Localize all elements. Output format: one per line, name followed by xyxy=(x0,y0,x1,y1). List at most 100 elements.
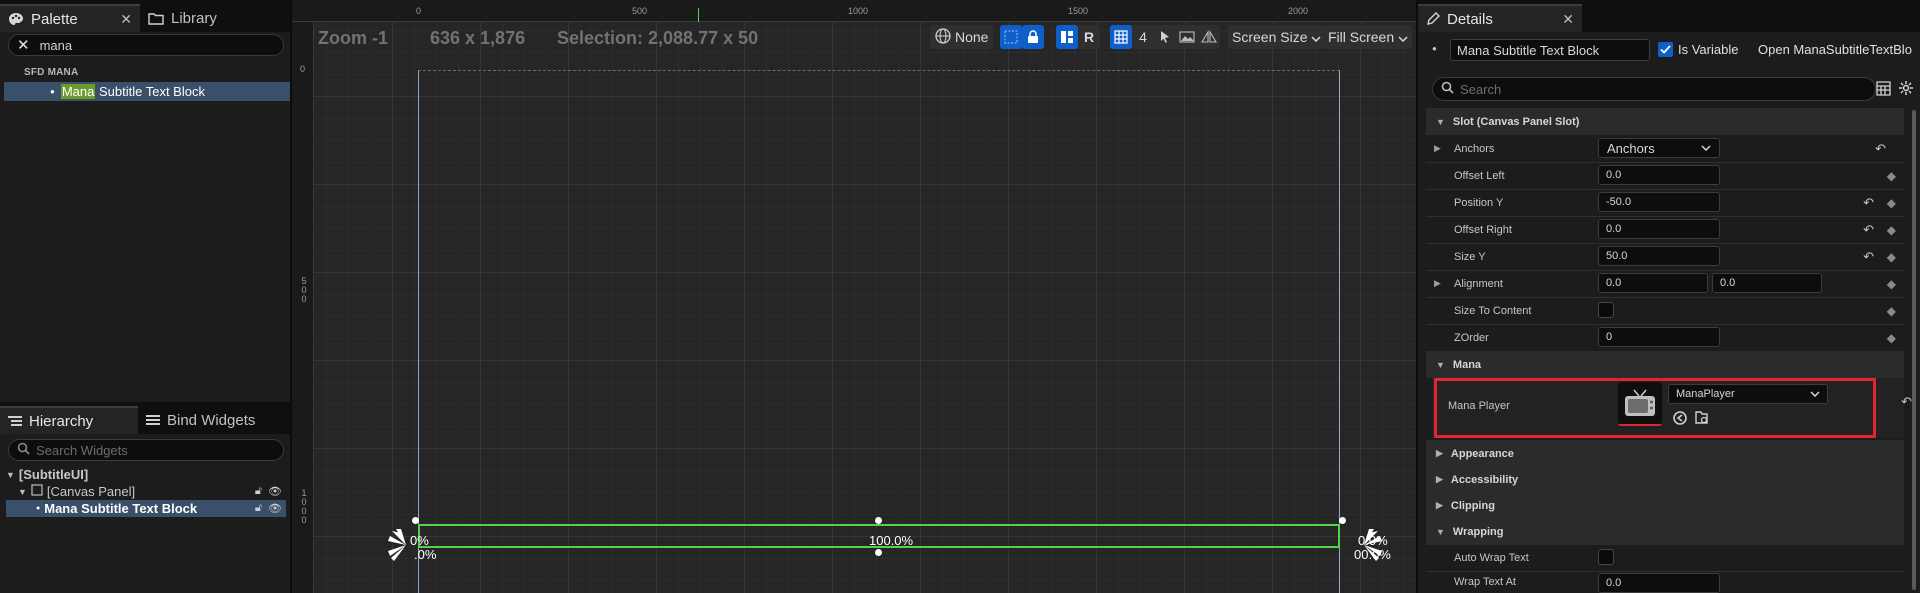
ruler-cursor-marker xyxy=(698,8,699,22)
reset-icon[interactable]: ↶ xyxy=(1901,394,1912,410)
tree-item-subtitleui[interactable]: ▼ [SubtitleUI] xyxy=(6,466,286,483)
details-search-placeholder: Search xyxy=(1460,81,1502,97)
bullet-icon: ● xyxy=(50,87,55,96)
tab-bind-widgets[interactable]: Bind Widgets xyxy=(138,406,263,434)
section-accessibility[interactable]: ▶ Accessibility xyxy=(1426,466,1904,493)
ruler-tick-digits: 500 xyxy=(299,276,309,303)
lock-icon[interactable]: 🔓︎ xyxy=(255,502,262,515)
resize-handle[interactable] xyxy=(1339,517,1346,524)
position-y-value: -50.0 xyxy=(1606,196,1632,208)
anchors-value: Anchors xyxy=(1607,140,1655,156)
expand-arrow-icon[interactable]: ▼ xyxy=(6,470,15,480)
expand-arrow-icon[interactable]: ▼ xyxy=(18,487,27,497)
lock-icon[interactable]: 🔓︎ xyxy=(255,485,262,498)
resize-handle[interactable] xyxy=(412,517,419,524)
ruler-left: 0 500 1000 xyxy=(292,22,314,593)
section-appearance[interactable]: ▶ Appearance xyxy=(1426,440,1904,467)
eye-icon[interactable]: 👁︎ xyxy=(268,502,282,515)
details-scrollbar[interactable] xyxy=(1912,110,1916,590)
offset-left-value: 0.0 xyxy=(1606,169,1622,181)
zorder-field[interactable]: 0 xyxy=(1598,327,1720,347)
section-slot[interactable]: ▼ Slot (Canvas Panel Slot) xyxy=(1426,108,1904,135)
anchors-dropdown[interactable]: Anchors xyxy=(1598,138,1720,158)
section-clipping[interactable]: ▶ Clipping xyxy=(1426,492,1904,519)
palette-category[interactable]: SFD MANA xyxy=(6,67,78,78)
prop-label: Size Y xyxy=(1454,250,1486,263)
lock-toggle[interactable] xyxy=(1022,25,1044,49)
reset-icon[interactable]: ↶ xyxy=(1863,222,1874,238)
keyframe-icon[interactable]: ◆ xyxy=(1887,223,1896,237)
image-preview-toggle[interactable] xyxy=(1176,25,1198,49)
grid-toolbar: 4 xyxy=(1110,25,1220,49)
palette-search-input[interactable]: ✕ mana xyxy=(8,34,284,56)
widget-name-field[interactable]: Mana Subtitle Text Block xyxy=(1450,39,1650,61)
flow-direction-toggle[interactable] xyxy=(1198,25,1220,49)
eye-icon[interactable]: 👁︎ xyxy=(268,485,282,498)
pointer-tool[interactable] xyxy=(1154,25,1176,49)
resize-handle[interactable] xyxy=(875,517,882,524)
section-accessibility-label: Accessibility xyxy=(1450,473,1519,486)
size-to-content-checkbox[interactable] xyxy=(1598,302,1614,318)
chevron-down-icon xyxy=(1701,145,1711,151)
section-mana[interactable]: ▼ Mana xyxy=(1426,351,1904,378)
tree-item-mana-subtitle[interactable]: ● Mana Subtitle Text Block 🔓︎ 👁︎ xyxy=(6,500,286,517)
close-icon[interactable]: ✕ xyxy=(106,11,132,28)
prop-auto-wrap-text: Auto Wrap Text xyxy=(1426,544,1904,571)
respect-locks-toggle[interactable]: R xyxy=(1078,25,1100,49)
expand-arrow-icon[interactable]: ▶ xyxy=(1434,278,1441,289)
section-wrapping[interactable]: ▼ Wrapping xyxy=(1426,518,1904,545)
property-matrix-icon[interactable] xyxy=(1876,81,1891,99)
canvas-panel-icon xyxy=(31,484,43,499)
palette-item-mana-subtitle[interactable]: ● Mana Subtitle Text Block xyxy=(4,82,290,101)
resize-handle[interactable] xyxy=(875,549,882,556)
tree-item-canvas-panel[interactable]: ▼ [Canvas Panel] 🔓︎ 👁︎ xyxy=(6,483,286,500)
auto-wrap-checkbox[interactable] xyxy=(1598,549,1614,565)
offset-right-field[interactable]: 0.0 xyxy=(1598,219,1720,239)
search-icon xyxy=(17,442,30,458)
tab-library[interactable]: Library xyxy=(140,4,225,32)
widget-canvas-bounds[interactable] xyxy=(418,70,1340,593)
layout-toggle[interactable] xyxy=(1056,25,1078,49)
is-variable-checkbox[interactable]: Is Variable xyxy=(1658,42,1738,57)
alignment-x-field[interactable]: 0.0 xyxy=(1598,273,1708,293)
alignment-y-field[interactable]: 0.0 xyxy=(1712,273,1822,293)
localization-button[interactable]: None xyxy=(930,25,994,49)
wrap-text-at-field[interactable]: 0.0 xyxy=(1598,573,1720,593)
prop-zorder: ZOrder 0 ◆ xyxy=(1426,324,1904,351)
section-clipping-label: Clipping xyxy=(1450,499,1495,512)
hierarchy-search-input[interactable]: Search Widgets xyxy=(8,439,284,461)
open-widget-link[interactable]: Open ManaSubtitleTextBlo xyxy=(1758,42,1912,57)
keyframe-icon[interactable]: ◆ xyxy=(1887,250,1896,264)
designer-viewport[interactable]: 0 500 1000 1500 2000 0 500 1000 Zoom -1 … xyxy=(292,0,1416,593)
right-splitter[interactable] xyxy=(1416,0,1418,593)
reset-icon[interactable]: ↶ xyxy=(1863,195,1874,211)
position-y-field[interactable]: -50.0 xyxy=(1598,192,1720,212)
keyframe-icon[interactable]: ◆ xyxy=(1887,169,1896,183)
chevron-down-icon xyxy=(1398,29,1408,45)
reset-icon[interactable]: ↶ xyxy=(1875,141,1886,157)
keyframe-icon[interactable]: ◆ xyxy=(1887,304,1896,318)
close-icon[interactable]: ✕ xyxy=(1548,11,1574,28)
section-slot-label: Slot (Canvas Panel Slot) xyxy=(1452,115,1580,128)
hierarchy-panel: Search Widgets ▼ [SubtitleUI] ▼ [Canvas … xyxy=(0,434,290,593)
keyframe-icon[interactable]: ◆ xyxy=(1887,277,1896,291)
size-y-field[interactable]: 50.0 xyxy=(1598,246,1720,266)
tab-hierarchy[interactable]: Hierarchy xyxy=(0,406,138,434)
offset-left-field[interactable]: 0.0 xyxy=(1598,165,1720,185)
gear-icon[interactable] xyxy=(1898,80,1914,99)
tab-palette[interactable]: Palette ✕ xyxy=(0,4,140,32)
tab-details[interactable]: Details ✕ xyxy=(1418,4,1582,32)
left-splitter[interactable] xyxy=(290,0,292,593)
snap-grid-toggle[interactable] xyxy=(1000,25,1022,49)
grid-snap-value[interactable]: 4 xyxy=(1132,25,1154,49)
tab-details-label: Details xyxy=(1447,10,1493,28)
reset-icon[interactable]: ↶ xyxy=(1863,249,1874,265)
clear-search-icon[interactable]: ✕ xyxy=(17,36,30,54)
keyframe-icon[interactable]: ◆ xyxy=(1887,331,1896,345)
expand-arrow-icon[interactable]: ▶ xyxy=(1434,143,1441,154)
grid-snap-toggle[interactable] xyxy=(1110,25,1132,49)
screen-size-dropdown[interactable]: Screen Size xyxy=(1228,25,1326,49)
details-search-input[interactable]: Search xyxy=(1432,77,1876,101)
keyframe-icon[interactable]: ◆ xyxy=(1887,196,1896,210)
fill-screen-dropdown[interactable]: Fill Screen xyxy=(1324,25,1413,49)
